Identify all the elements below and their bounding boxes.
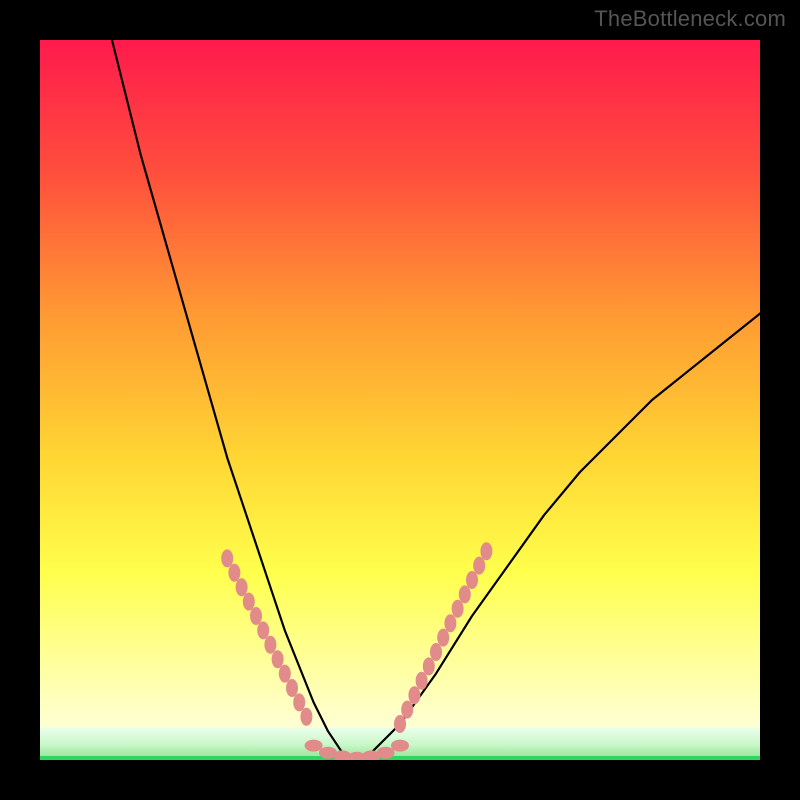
chart-svg	[40, 40, 760, 760]
highlight-dot	[430, 643, 442, 661]
green-baseline	[40, 756, 760, 760]
highlight-dot	[221, 549, 233, 567]
highlight-dot	[236, 578, 248, 596]
highlight-dot	[228, 564, 240, 582]
highlight-dot	[305, 740, 323, 752]
highlight-dot	[391, 740, 409, 752]
highlight-dot	[401, 701, 413, 719]
highlight-dot	[408, 686, 420, 704]
highlight-dot	[416, 672, 428, 690]
chart-frame: TheBottleneck.com	[0, 0, 800, 800]
highlight-dot	[466, 571, 478, 589]
highlight-dot	[444, 614, 456, 632]
highlight-dot	[473, 557, 485, 575]
highlight-dot	[243, 593, 255, 611]
highlight-dot	[279, 665, 291, 683]
highlight-dot	[286, 679, 298, 697]
highlight-dot	[293, 693, 305, 711]
highlight-dot	[437, 629, 449, 647]
highlight-dot	[272, 650, 284, 668]
highlight-dot	[459, 585, 471, 603]
highlight-dot	[257, 621, 269, 639]
plot-area	[40, 40, 760, 760]
highlight-dot	[264, 636, 276, 654]
highlight-dot	[480, 542, 492, 560]
highlight-dot	[452, 600, 464, 618]
highlight-dot	[423, 657, 435, 675]
highlight-dot	[300, 708, 312, 726]
watermark-text: TheBottleneck.com	[594, 6, 786, 32]
highlight-dot	[250, 607, 262, 625]
highlight-dot	[394, 715, 406, 733]
highlight-dot	[377, 747, 395, 759]
